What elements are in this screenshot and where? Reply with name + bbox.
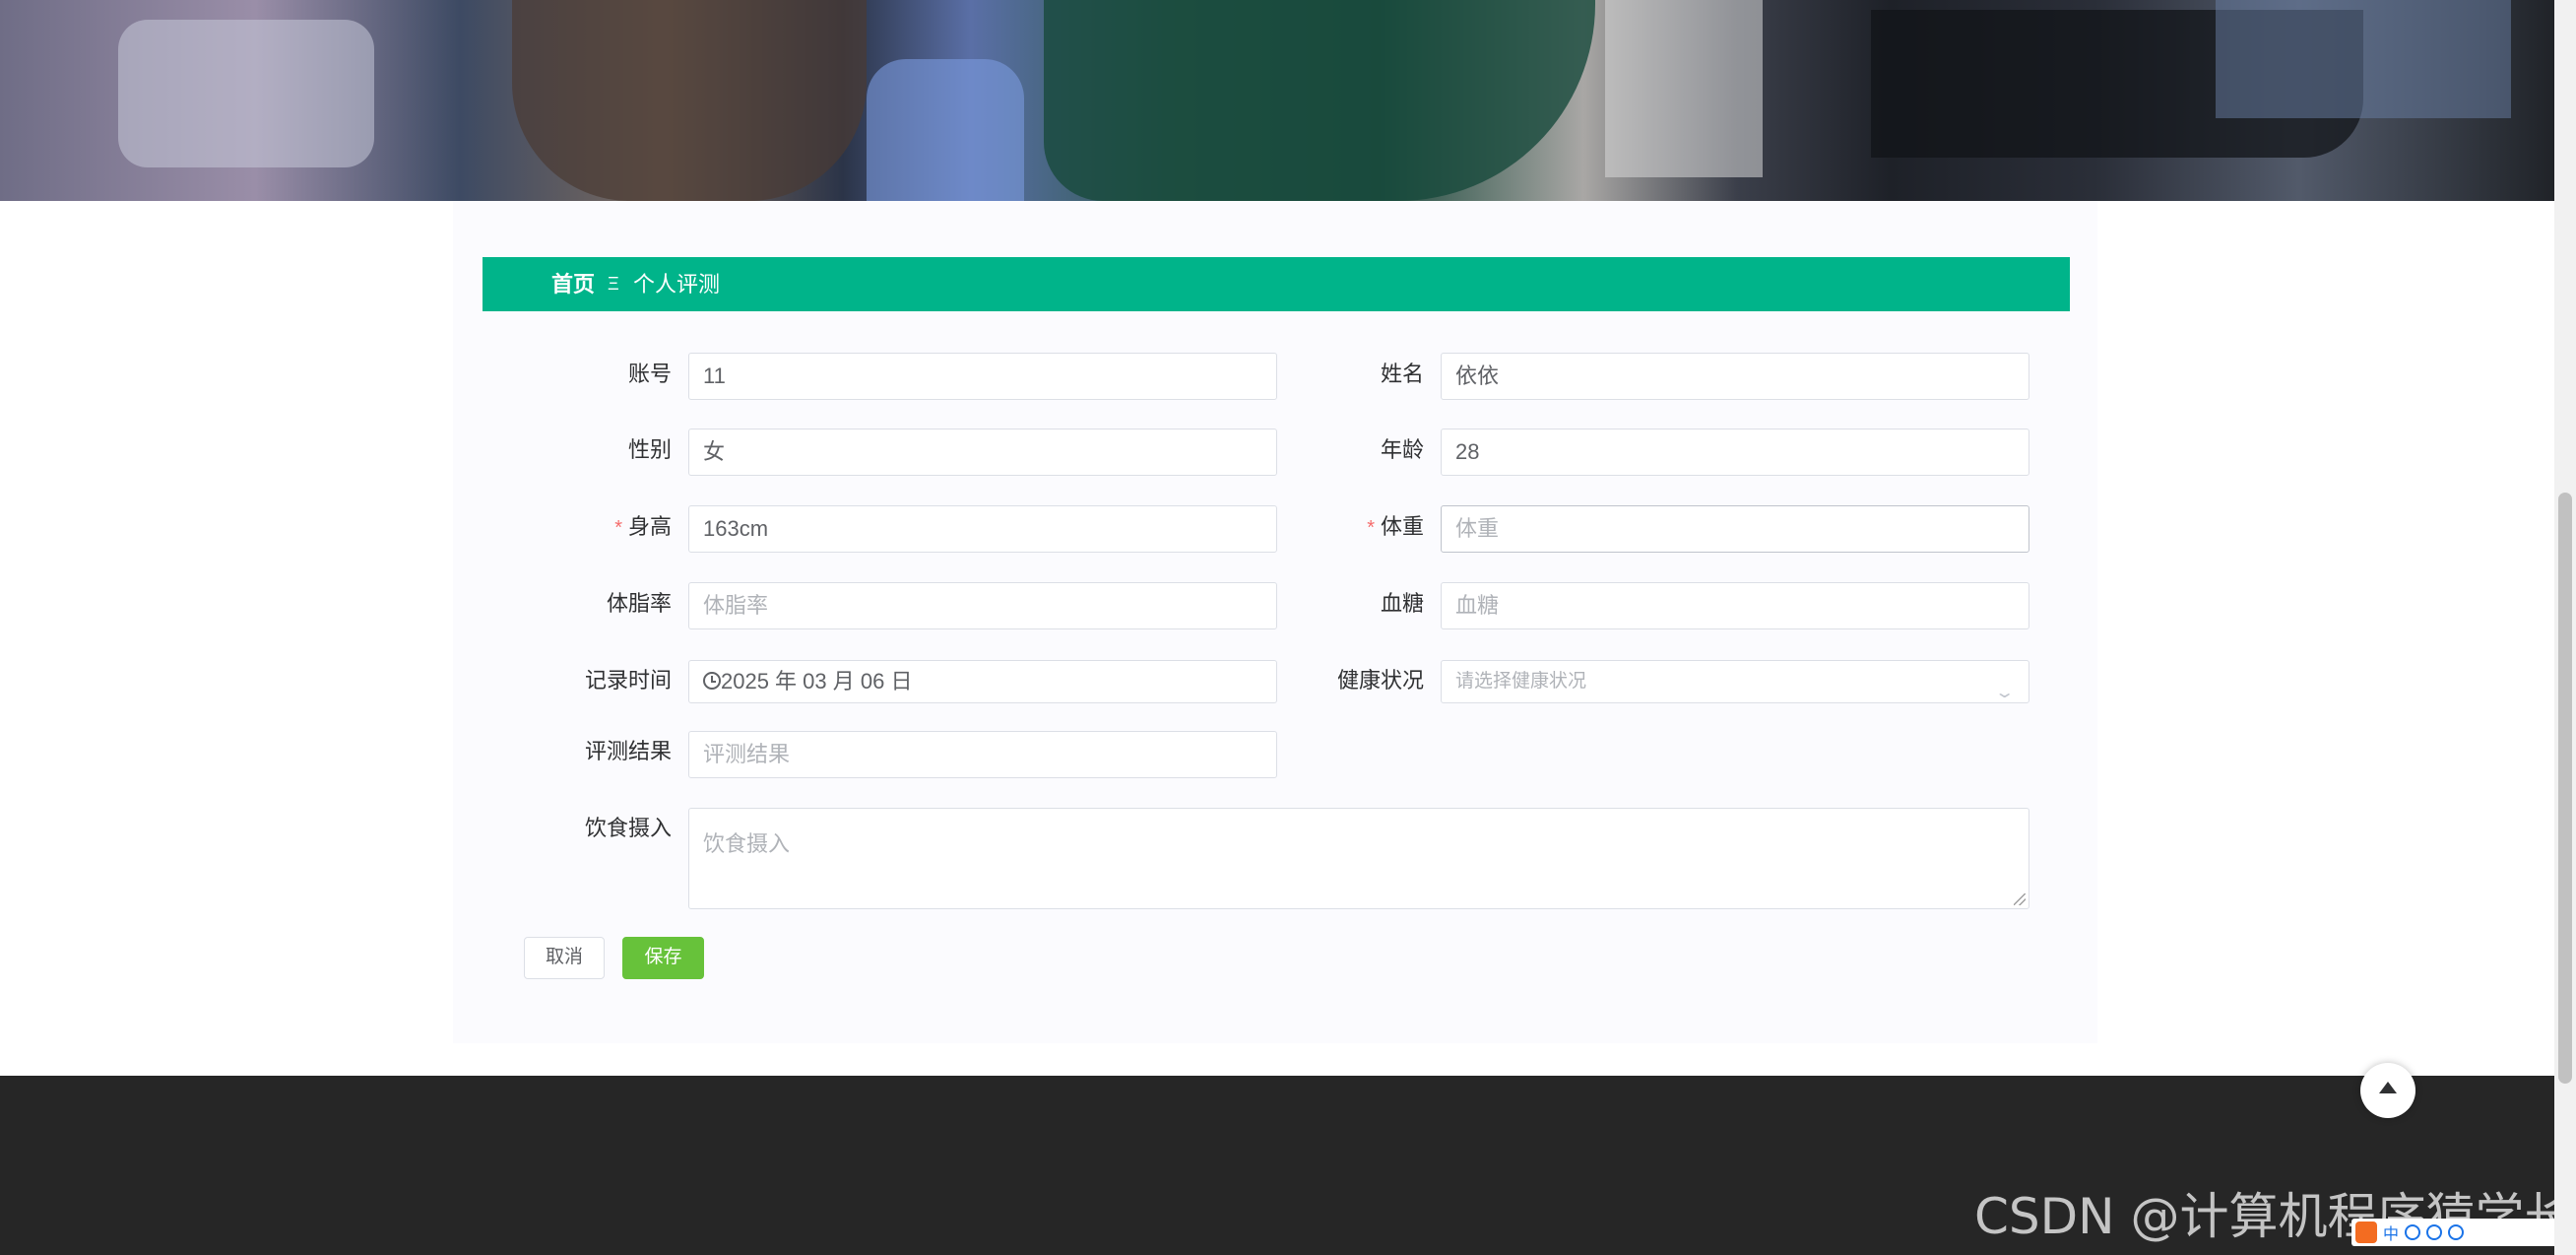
- diet-textarea[interactable]: 饮食摄入: [688, 808, 2029, 909]
- health-status-select[interactable]: 请选择健康状况 ⌄: [1441, 660, 2029, 703]
- ime-mode[interactable]: 中: [2383, 1221, 2399, 1244]
- weight-label: * 体重: [1367, 514, 1424, 539]
- back-to-top-button[interactable]: [2360, 1063, 2415, 1118]
- bloodsugar-input[interactable]: 血糖: [1441, 582, 2029, 629]
- bloodsugar-label: 血糖: [1380, 591, 1424, 616]
- breadcrumb-current: 个人评测: [633, 272, 721, 297]
- caret-up-icon: [2379, 1082, 2397, 1093]
- ime-emoji-icon[interactable]: [2426, 1224, 2443, 1240]
- name-label: 姓名: [1380, 362, 1424, 386]
- record-time-label: 记录时间: [584, 668, 672, 693]
- health-status-label: 健康状况: [1336, 668, 1424, 693]
- banner-image: [0, 0, 2554, 201]
- breadcrumb-home[interactable]: 首页: [551, 257, 595, 311]
- gender-label: 性别: [627, 437, 672, 462]
- diet-label: 饮食摄入: [584, 816, 672, 840]
- clock-icon: [703, 672, 721, 690]
- record-time-picker[interactable]: 2025 年 03 月 06 日: [688, 660, 1277, 703]
- scrollbar[interactable]: [2554, 0, 2576, 1255]
- page-body: [0, 201, 2554, 1076]
- height-field[interactable]: 163cm: [688, 505, 1277, 553]
- ime-toolbar[interactable]: 中: [2351, 1219, 2562, 1246]
- required-mark: *: [614, 517, 622, 539]
- breadcrumb-separator-icon: Ξ: [608, 274, 619, 294]
- resize-handle-icon[interactable]: [2014, 893, 2026, 905]
- name-field[interactable]: 依依: [1441, 353, 2029, 400]
- result-label: 评测结果: [584, 739, 672, 763]
- chevron-down-icon: ⌄: [1993, 685, 2016, 701]
- required-mark: *: [1367, 517, 1375, 539]
- save-button[interactable]: 保存: [622, 937, 704, 979]
- gender-field[interactable]: 女: [688, 429, 1277, 476]
- weight-input[interactable]: 体重: [1441, 505, 2029, 553]
- breadcrumb: 首页 Ξ 个人评测: [483, 257, 2070, 311]
- ime-logo-icon: [2355, 1222, 2377, 1243]
- ime-settings-icon[interactable]: [2405, 1224, 2421, 1240]
- scrollbar-thumb[interactable]: [2558, 493, 2572, 1084]
- result-input[interactable]: 评测结果: [688, 731, 1277, 778]
- height-label: * 身高: [614, 514, 672, 539]
- ime-voice-icon[interactable]: [2448, 1224, 2465, 1240]
- age-field[interactable]: 28: [1441, 429, 2029, 476]
- cancel-button[interactable]: 取消: [524, 937, 605, 979]
- age-label: 年龄: [1380, 437, 1424, 462]
- bodyfat-label: 体脂率: [606, 591, 672, 616]
- bodyfat-input[interactable]: 体脂率: [688, 582, 1277, 629]
- account-label: 账号: [627, 362, 672, 386]
- account-field[interactable]: 11: [688, 353, 1277, 400]
